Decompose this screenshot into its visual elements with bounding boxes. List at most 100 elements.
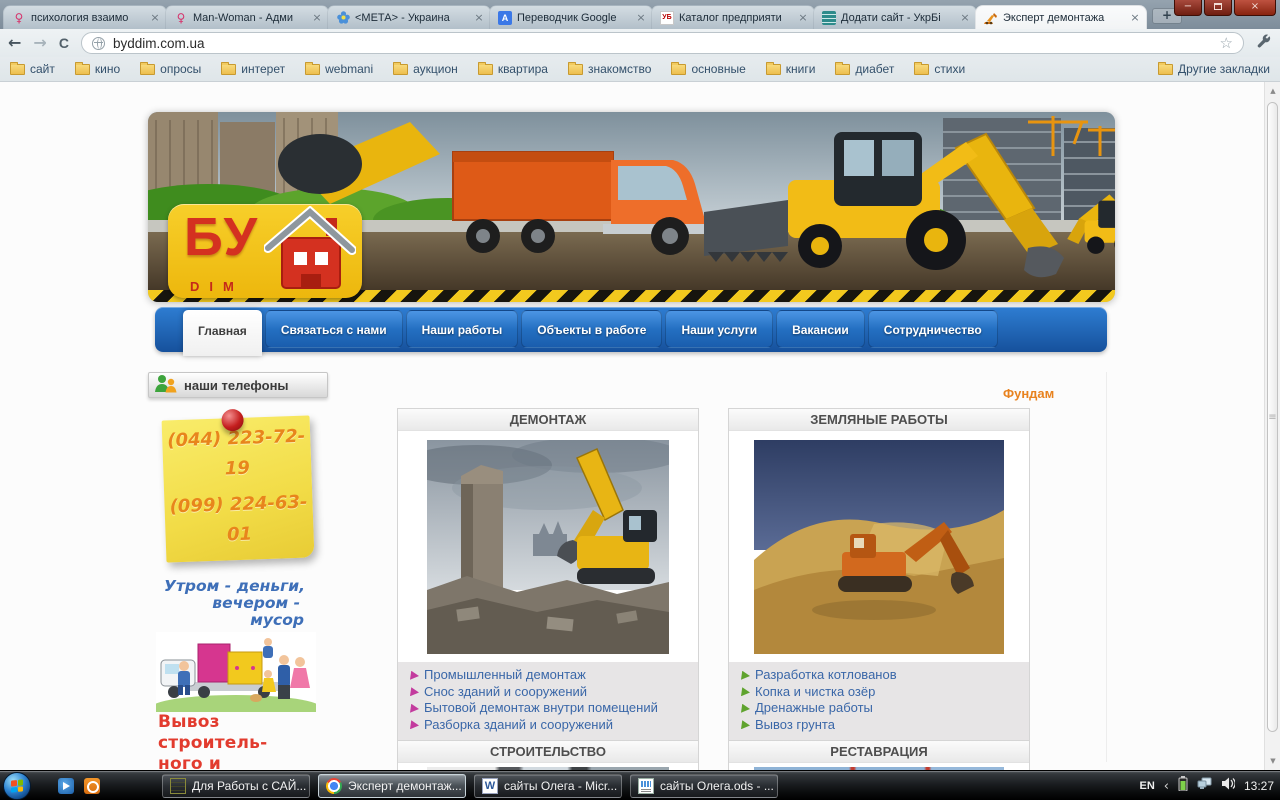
- taskbar: Для Работы с САЙ... Эксперт демонтаж... …: [0, 770, 1280, 800]
- tab-title: Додати сайт - УкрБі: [841, 11, 941, 24]
- maximize-button[interactable]: [1204, 0, 1232, 16]
- wrench-menu-icon[interactable]: [1256, 33, 1272, 54]
- site-banner: БУ DIM: [148, 112, 1115, 302]
- link-interior-demolition[interactable]: Бытовой демонтаж внутри помещений: [410, 700, 692, 717]
- arrow-bullet-icon: [410, 720, 419, 730]
- address-bar[interactable]: byddim.com.ua ☆: [80, 32, 1244, 54]
- bookmark-star-icon[interactable]: ☆: [1220, 34, 1233, 52]
- tab-psychology[interactable]: ♀ психология взаимо ×: [3, 5, 167, 29]
- translate-icon: A: [498, 10, 512, 25]
- folder-icon: [567, 61, 583, 75]
- bookmark-folder-webmani[interactable]: webmani: [305, 61, 373, 76]
- bookmark-folder-znakomstvo[interactable]: знакомство: [567, 61, 651, 76]
- page-scrollbar[interactable]: ▲ ≡ ▼: [1264, 82, 1280, 770]
- link-label: Промышленный демонтаж: [424, 667, 586, 682]
- bookmark-folder-knigi[interactable]: книги: [765, 61, 815, 76]
- close-button[interactable]: ×: [1234, 0, 1276, 16]
- scrollbar-thumb[interactable]: ≡: [1267, 102, 1278, 732]
- clock[interactable]: 13:27: [1244, 779, 1274, 793]
- forward-button[interactable]: →: [33, 35, 46, 51]
- taskbar-button-word[interactable]: W сайты Олега - Micr...: [474, 774, 622, 798]
- link-dismantling[interactable]: Разборка зданий и сооружений: [410, 717, 692, 734]
- scroll-up-arrow[interactable]: ▲: [1265, 83, 1280, 99]
- folder-icon: [1158, 61, 1174, 75]
- marquee-text: Фундам: [1003, 386, 1055, 401]
- ub-logo-icon: УБ: [660, 10, 674, 25]
- bookmark-label: кино: [94, 62, 121, 76]
- excavator-icon: [984, 11, 998, 25]
- bookmark-folder-diabet[interactable]: диабет: [835, 61, 894, 76]
- nav-item-home[interactable]: Главная: [183, 310, 262, 356]
- media-player-icon[interactable]: [58, 778, 74, 794]
- other-bookmarks-button[interactable]: Другие закладки: [1158, 61, 1270, 76]
- section-links: Разработка котлованов Копка и чистка озё…: [729, 662, 1029, 742]
- tab-close-icon[interactable]: ×: [635, 11, 647, 24]
- tab-close-icon[interactable]: ×: [797, 11, 809, 24]
- link-industrial-demolition[interactable]: Промышленный демонтаж: [410, 667, 692, 684]
- bookmark-label: квартира: [497, 62, 548, 76]
- nav-item-vacancies[interactable]: Вакансии: [776, 310, 865, 348]
- nav-item-objects-in-progress[interactable]: Объекты в работе: [521, 310, 663, 348]
- taskbar-button-spreadsheet[interactable]: сайты Олега.ods - ...: [630, 774, 778, 798]
- phones-header: наши телефоны: [148, 372, 328, 398]
- tab-expert-demolition[interactable]: Эксперт демонтажа ×: [975, 5, 1147, 29]
- bookmark-folder-osnovnye[interactable]: основные: [671, 61, 746, 76]
- quick-launch-icon[interactable]: [84, 778, 100, 794]
- bookmark-folder-oprosy[interactable]: опросы: [140, 61, 201, 76]
- bookmark-label: интерет: [241, 62, 286, 76]
- url-text[interactable]: byddim.com.ua: [113, 36, 1212, 51]
- link-label: Разборка зданий и сооружений: [424, 716, 614, 732]
- arrow-bullet-icon: [741, 703, 750, 713]
- bookmark-folder-interet[interactable]: интерет: [221, 61, 286, 76]
- bookmark-folder-kvartira[interactable]: квартира: [477, 61, 548, 76]
- scroll-down-arrow[interactable]: ▼: [1265, 753, 1280, 769]
- taskbar-button-label: Эксперт демонтаж...: [348, 779, 462, 793]
- section-title: ЗЕМЛЯНЫЕ РАБОТЫ: [729, 409, 1029, 431]
- tab-add-site[interactable]: Додати сайт - УкрБі ×: [813, 5, 977, 29]
- taskbar-button-notes[interactable]: Для Работы с САЙ...: [162, 774, 310, 798]
- bookmark-label: основные: [691, 62, 746, 76]
- link-building-demolition[interactable]: Снос зданий и сооружений: [410, 684, 692, 701]
- back-button[interactable]: ←: [8, 35, 21, 51]
- tab-close-icon[interactable]: ×: [149, 11, 161, 24]
- link-soil-removal[interactable]: Вывоз грунта: [741, 717, 1023, 734]
- network-icon[interactable]: [1197, 777, 1212, 795]
- tab-close-icon[interactable]: ×: [473, 11, 485, 24]
- tab-catalog[interactable]: УБ Каталог предприяти ×: [651, 5, 815, 29]
- tab-close-icon[interactable]: ×: [311, 11, 323, 24]
- earthworks-photo[interactable]: [754, 440, 1004, 654]
- minimize-button[interactable]: −: [1174, 0, 1202, 16]
- tab-close-icon[interactable]: ×: [959, 11, 971, 24]
- tab-close-icon[interactable]: ×: [1129, 11, 1141, 24]
- refresh-button[interactable]: C: [59, 35, 69, 51]
- section-links: Промышленный демонтаж Снос зданий и соор…: [398, 662, 698, 742]
- tray-expand-chevron[interactable]: ‹: [1164, 779, 1169, 794]
- tab-man-woman[interactable]: ♀ Man-Woman - Адми ×: [165, 5, 329, 29]
- start-button[interactable]: [3, 772, 31, 800]
- arrow-bullet-icon: [741, 687, 750, 697]
- bookmark-folder-kino[interactable]: кино: [74, 61, 121, 76]
- slogan-line: Утром - деньги,: [164, 577, 305, 595]
- nav-item-cooperation[interactable]: Сотрудничество: [867, 310, 998, 348]
- tab-meta[interactable]: <МЕТА> - Украина ×: [327, 5, 491, 29]
- tab-translate[interactable]: A Переводчик Google ×: [489, 5, 653, 29]
- bookmark-folder-auktsion[interactable]: аукцион: [393, 61, 458, 76]
- bookmark-folder-sait[interactable]: сайт: [10, 61, 55, 76]
- battery-icon[interactable]: [1178, 776, 1188, 796]
- link-drainage-works[interactable]: Дренажные работы: [741, 700, 1023, 717]
- nav-item-our-services[interactable]: Наши услуги: [665, 310, 774, 348]
- taskbar-button-browser[interactable]: Эксперт демонтаж...: [318, 774, 466, 798]
- site-logo[interactable]: БУ DIM: [168, 204, 362, 298]
- phones-header-label: наши телефоны: [184, 377, 289, 393]
- tab-title: Каталог предприяти: [679, 11, 782, 24]
- speaker-icon[interactable]: [1221, 777, 1236, 795]
- nav-item-our-works[interactable]: Наши работы: [405, 310, 519, 348]
- link-pit-excavation[interactable]: Разработка котлованов: [741, 667, 1023, 684]
- link-label: Вывоз грунта: [755, 716, 835, 732]
- document-icon: [822, 10, 836, 25]
- language-indicator[interactable]: EN: [1139, 780, 1154, 792]
- bookmark-folder-stihi[interactable]: стихи: [914, 61, 965, 76]
- demolition-photo[interactable]: [427, 440, 669, 654]
- nav-item-contact[interactable]: Связаться с нами: [264, 310, 403, 348]
- link-pond-digging[interactable]: Копка и чистка озёр: [741, 684, 1023, 701]
